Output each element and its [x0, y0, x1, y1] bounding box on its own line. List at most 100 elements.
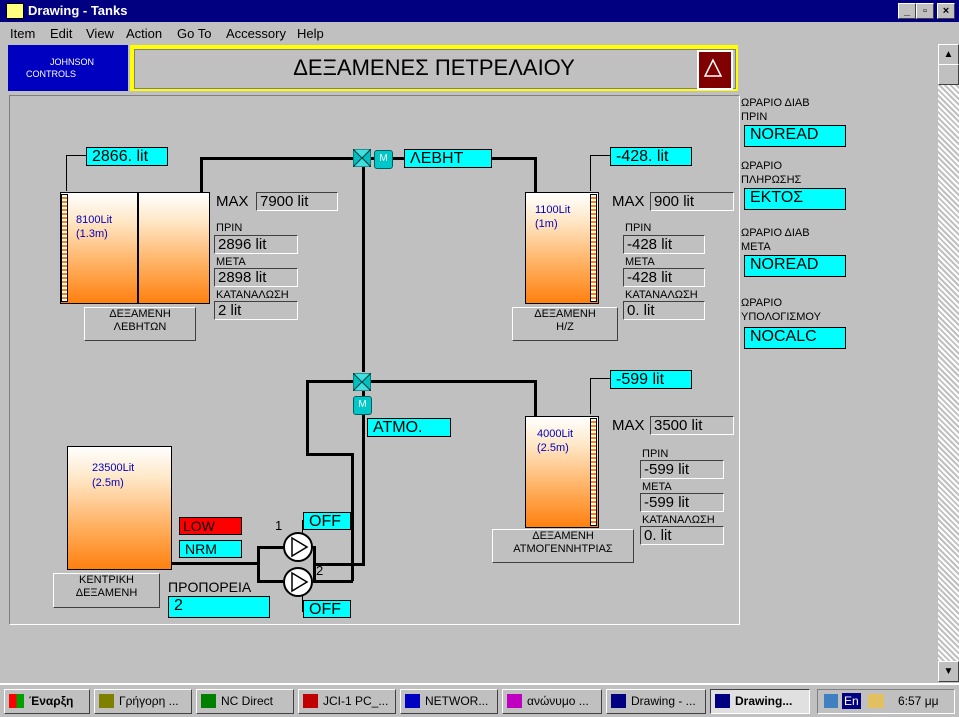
- tank-capacity: 4000Lit: [537, 428, 574, 440]
- boiler-tank-reading: 2866. lit: [86, 147, 168, 166]
- main-tank-caption: ΚΕΝΤΡΙΚΗ ΔΕΞΑΜΕΝΗ: [53, 573, 160, 608]
- start-button[interactable]: Έναρξη: [4, 689, 90, 714]
- tank-height: (1m): [535, 218, 558, 230]
- pump-1-number: 1: [275, 518, 283, 533]
- tank-height: (2.5m): [537, 442, 569, 454]
- language-indicator[interactable]: En: [842, 693, 861, 709]
- pipe: [257, 546, 260, 582]
- menu-item[interactable]: View: [86, 26, 114, 41]
- pipe: [362, 166, 365, 372]
- hz-tank-caption: ΔΕΞΑΜΕΝΗ Η/Ζ: [512, 307, 618, 341]
- boiler-motor-icon[interactable]: M: [374, 150, 393, 169]
- read-before-schedule[interactable]: NOREAD: [744, 125, 846, 147]
- maximize-button[interactable]: ▫: [916, 3, 934, 19]
- minimize-button[interactable]: _: [898, 3, 916, 19]
- close-button[interactable]: ×: [937, 3, 955, 19]
- boiler-max-field: 7900 lit: [256, 192, 338, 211]
- leader-line: [66, 155, 67, 191]
- pipe: [371, 380, 535, 383]
- vertical-scrollbar[interactable]: [938, 44, 959, 682]
- taskbar-button[interactable]: NC Direct: [196, 689, 294, 714]
- drawing-icon: [611, 694, 626, 708]
- low-level-alarm: LOW: [179, 517, 242, 535]
- leader-line: [590, 378, 591, 414]
- boiler-after-field: 2898 lit: [214, 268, 298, 287]
- steam-valve-icon[interactable]: [351, 371, 373, 393]
- pipe: [257, 546, 283, 549]
- pipe: [362, 390, 365, 565]
- hz-before-field: -428 lit: [623, 235, 705, 254]
- tank-height: (2.5m): [92, 477, 124, 489]
- steam-tank-reading: -599 lit: [610, 370, 692, 389]
- fill-schedule[interactable]: ΕΚΤΟΣ: [744, 188, 846, 210]
- leader-line: [590, 155, 591, 191]
- window-title: Drawing - Tanks: [28, 3, 128, 18]
- pump-2-icon[interactable]: [283, 567, 313, 597]
- boiler-tank-2[interactable]: [138, 192, 210, 304]
- menu-item[interactable]: Help: [297, 26, 324, 41]
- calc-schedule[interactable]: NOCALC: [744, 327, 846, 349]
- tank-level-gauge: [590, 194, 597, 302]
- steam-max-field: 3500 lit: [650, 416, 734, 435]
- taskbar-button-active[interactable]: Drawing...: [710, 689, 810, 714]
- boiler-before-field: 2896 lit: [214, 235, 298, 254]
- tank-capacity: 1100Lit: [535, 204, 571, 216]
- scroll-up-button[interactable]: ▲: [938, 44, 959, 65]
- pump-2-number: 2: [316, 563, 324, 578]
- boiler-valve-icon[interactable]: [351, 147, 373, 169]
- steam-tank-caption: ΔΕΞΑΜΕΝΗ ΑΤΜΟΓΕΝΝΗΤΡΙΑΣ: [492, 529, 634, 563]
- app-icon[interactable]: [6, 3, 24, 19]
- taskbar-button[interactable]: Γρήγορη ...: [94, 689, 192, 714]
- pipe: [534, 380, 537, 418]
- boiler-consumption-field: 2 lit: [214, 301, 298, 320]
- boiler-valve-label: ΛΕΒΗΤ: [404, 149, 492, 168]
- max-label: MAX: [612, 417, 645, 434]
- page-title: ΔΕΞΑΜΕΝΕΣ ΠΕΤΡΕΛΑΙΟΥ: [293, 55, 575, 80]
- tank-capacity: 8100Lit: [76, 214, 113, 226]
- max-label: MAX: [216, 193, 249, 210]
- speaker-icon[interactable]: [868, 694, 884, 708]
- alarm-triangle-button[interactable]: [697, 50, 733, 90]
- boiler-tank-caption: ΔΕΞΑΜΕΝΗ ΛΕΒΗΤΩΝ: [84, 307, 196, 341]
- steam-motor-icon[interactable]: M: [353, 396, 372, 415]
- menu-item[interactable]: Accessory: [226, 26, 286, 41]
- hz-consumption-field: 0. lit: [623, 301, 705, 320]
- pipe: [170, 562, 260, 565]
- menu-bar: Item Edit View Action Go To Accessory He…: [0, 22, 959, 44]
- pipe: [257, 580, 283, 583]
- network-icon: [303, 694, 318, 708]
- taskbar-button[interactable]: Drawing - ...: [606, 689, 706, 714]
- tank-level-gauge: [61, 194, 68, 302]
- terminal-icon: [201, 694, 216, 708]
- boiler-tank[interactable]: [60, 192, 138, 304]
- scroll-down-button[interactable]: ▼: [938, 661, 959, 682]
- menu-item[interactable]: Go To: [177, 26, 211, 41]
- pipe: [351, 453, 354, 581]
- pump-1-state: OFF: [303, 512, 351, 530]
- read-after-schedule[interactable]: NOREAD: [744, 255, 846, 277]
- leader-line: [590, 378, 610, 379]
- leader-line: [66, 155, 86, 156]
- scroll-thumb[interactable]: [938, 64, 959, 85]
- menu-item[interactable]: Item: [10, 26, 35, 41]
- drawing-icon: [715, 694, 730, 708]
- pipe: [306, 453, 354, 456]
- pump-2-state: OFF: [303, 600, 351, 618]
- quick-launch-icon: [99, 694, 114, 708]
- menu-item[interactable]: Edit: [50, 26, 72, 41]
- tray-icon[interactable]: [824, 694, 838, 708]
- clock[interactable]: 6:57 μμ: [898, 694, 939, 708]
- preheat-value[interactable]: 2: [168, 596, 270, 618]
- pipe: [306, 380, 356, 383]
- steam-consumption-field: 0. lit: [640, 526, 724, 545]
- menu-item[interactable]: Action: [126, 26, 162, 41]
- taskbar-button[interactable]: JCI-1 PC_...: [298, 689, 396, 714]
- pump-1-icon[interactable]: [283, 532, 313, 562]
- johnson-controls-logo: JOHNSON CONTROLS: [8, 45, 128, 91]
- taskbar-button[interactable]: NETWOR...: [400, 689, 498, 714]
- title-bar: Drawing - Tanks _ ▫ ×: [0, 0, 959, 22]
- taskbar-button[interactable]: ανώνυμο ...: [502, 689, 602, 714]
- leader-line: [590, 155, 610, 156]
- tank-height: (1.3m): [76, 228, 108, 240]
- pipe: [306, 380, 309, 456]
